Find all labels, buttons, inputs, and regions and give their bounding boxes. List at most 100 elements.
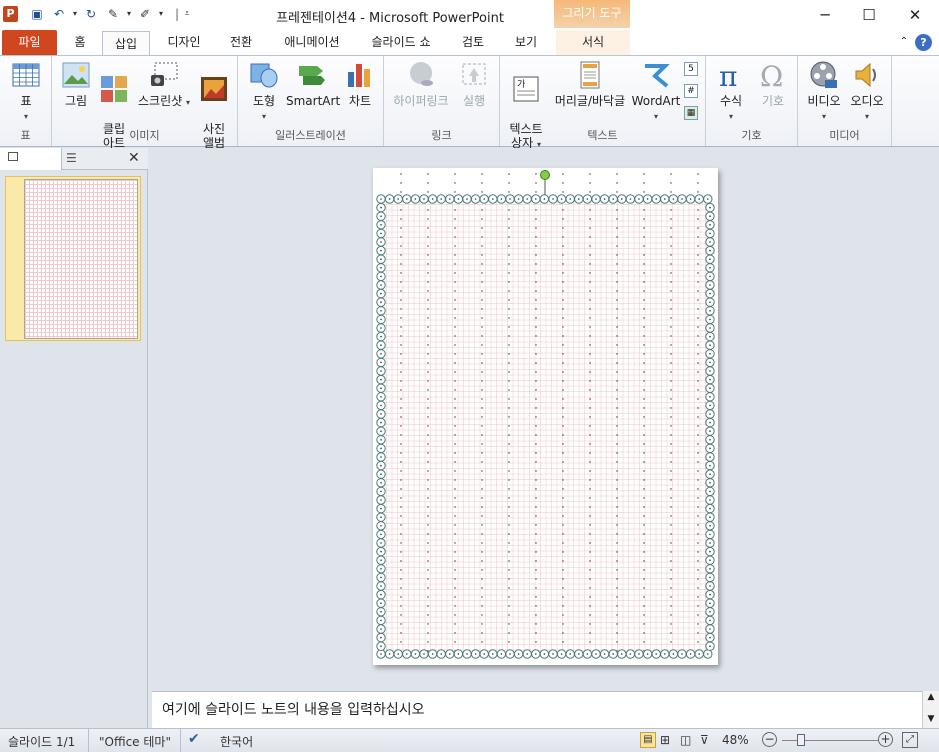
header-footer-button[interactable]: 머리글/바닥글 bbox=[550, 60, 630, 108]
symbol-button[interactable]: Ω 기호 bbox=[754, 60, 792, 108]
group-links: 하이퍼링크 실행 링크 bbox=[384, 56, 500, 146]
scroll-down-icon[interactable]: ▼ bbox=[923, 713, 939, 725]
group-label-symbols: 기호 bbox=[741, 129, 762, 142]
tab-slides[interactable] bbox=[0, 148, 62, 170]
photo-album-icon bbox=[201, 77, 227, 101]
hyperlink-icon bbox=[410, 62, 433, 86]
rotation-handle-icon[interactable] bbox=[540, 170, 550, 180]
grid-lines bbox=[380, 198, 710, 654]
picture-label: 그림 bbox=[64, 94, 88, 108]
tab-design[interactable]: 디자인 bbox=[158, 30, 210, 55]
chart-button[interactable]: 차트 bbox=[342, 60, 378, 108]
slide-graphics[interactable] bbox=[373, 168, 718, 665]
group-illustrations: 도형 ▾ SmartArt 차트 일러스트레이션 bbox=[238, 56, 384, 146]
table-label: 표 bbox=[20, 94, 32, 108]
help-icon[interactable]: ? bbox=[915, 34, 932, 51]
table-icon bbox=[12, 63, 40, 87]
tab-home[interactable]: 홈 bbox=[64, 30, 96, 55]
tab-transitions[interactable]: 전환 bbox=[218, 30, 264, 55]
maximize-button[interactable]: ☐ bbox=[854, 4, 884, 26]
save-icon[interactable]: ▣ bbox=[28, 5, 46, 23]
screenshot-icon bbox=[151, 62, 178, 86]
shapes-button[interactable]: 도형 ▾ bbox=[246, 60, 282, 124]
video-label: 비디오 bbox=[807, 94, 841, 108]
group-table: 표 ▾ 표 bbox=[0, 56, 52, 146]
tab-format[interactable]: 서식 bbox=[556, 30, 630, 55]
slide-thumbnail-selected[interactable] bbox=[5, 176, 141, 341]
tab-view[interactable]: 보기 bbox=[504, 30, 548, 55]
shapes-label: 도형 bbox=[252, 94, 276, 108]
tab-review[interactable]: 검토 bbox=[450, 30, 496, 55]
redo-icon[interactable]: ↻ bbox=[82, 5, 100, 23]
pane-tabs: ☰ ✕ bbox=[0, 148, 148, 170]
hyperlink-label: 하이퍼링크 bbox=[393, 94, 449, 108]
notes-placeholder: 여기에 슬라이드 노트의 내용을 입력하십시오 bbox=[162, 702, 425, 718]
fit-to-window-icon[interactable]: ⤢ bbox=[902, 732, 918, 748]
zoom-slider-thumb[interactable] bbox=[797, 734, 805, 746]
smartart-button[interactable]: SmartArt bbox=[286, 60, 340, 108]
window-title: 프레젠테이션4 - Microsoft PowerPoint bbox=[276, 11, 504, 26]
spell-check-icon[interactable]: ✔ bbox=[188, 731, 200, 747]
group-label-images: 이미지 bbox=[129, 129, 160, 142]
title-bar: P ▣ ↶ ▾ ↻ ✎ ▾ ✐ ▾ | ⩡ 프레젠테이션4 - Microsof… bbox=[0, 0, 939, 30]
object-icon[interactable]: ▦ bbox=[684, 106, 698, 120]
group-label-media: 미디어 bbox=[829, 129, 860, 142]
close-button[interactable]: ✕ bbox=[900, 4, 930, 26]
slideshow-view-icon[interactable]: ⊽ bbox=[700, 733, 709, 747]
minimize-ribbon-icon[interactable]: ⌃ bbox=[896, 30, 912, 55]
tab-file[interactable]: 파일 bbox=[2, 30, 57, 55]
outline-tab-icon[interactable]: ☰ bbox=[66, 151, 77, 165]
zoom-level[interactable]: 48% bbox=[722, 733, 749, 747]
group-label-links: 링크 bbox=[431, 129, 452, 142]
slide-canvas[interactable] bbox=[373, 168, 718, 665]
wordart-button[interactable]: WordArt ▾ bbox=[630, 60, 682, 124]
reading-view-icon[interactable]: ◫ bbox=[680, 733, 691, 747]
zoom-in-icon[interactable]: + bbox=[878, 732, 893, 747]
normal-view-icon[interactable]: ▤ bbox=[640, 732, 656, 748]
dropdown-icon: ▾ bbox=[653, 112, 658, 121]
dropdown-icon: ▾ bbox=[864, 112, 869, 121]
equation-label: 수식 bbox=[719, 94, 743, 108]
header-footer-label: 머리글/바닥글 bbox=[554, 94, 626, 108]
film-reel-icon bbox=[810, 61, 837, 88]
table-button[interactable]: 표 ▾ bbox=[8, 60, 44, 124]
zoom-out-icon[interactable]: − bbox=[762, 732, 777, 747]
slide-thumbnail[interactable] bbox=[24, 179, 138, 339]
slide-number-icon[interactable]: # bbox=[684, 84, 698, 98]
notes-scrollbar[interactable]: ▲ ▼ bbox=[922, 691, 939, 728]
slides-tab-icon bbox=[8, 152, 18, 161]
wordart-icon bbox=[645, 64, 670, 88]
screenshot-button[interactable]: 스크린샷 ▾ bbox=[138, 60, 190, 110]
tab-slideshow[interactable]: 슬라이드 쇼 bbox=[360, 30, 442, 55]
wordart-label: WordArt bbox=[631, 94, 681, 108]
group-media: 비디오 ▾ 오디오 ▾ 미디어 bbox=[798, 56, 892, 146]
omega-icon: Ω bbox=[760, 60, 783, 90]
group-text: 가 텍스트 상자 ▾ 머리글/바닥글 WordArt ▾ 5 # ▦ 텍스트 bbox=[500, 56, 706, 150]
scroll-up-icon[interactable]: ▲ bbox=[923, 691, 939, 703]
notes-pane[interactable]: 여기에 슬라이드 노트의 내용을 입력하십시오 bbox=[152, 691, 922, 728]
tab-insert[interactable]: 삽입 bbox=[102, 31, 150, 56]
video-button[interactable]: 비디오 ▾ bbox=[802, 60, 846, 124]
action-button[interactable]: 실행 bbox=[456, 60, 492, 108]
slide-count: 슬라이드 1/1 bbox=[8, 735, 76, 749]
group-symbols: π 수식 ▾ Ω 기호 기호 bbox=[706, 56, 798, 146]
audio-button[interactable]: 오디오 ▾ bbox=[846, 60, 888, 124]
equation-button[interactable]: π 수식 ▾ bbox=[712, 60, 750, 124]
customize-icon[interactable]: ⩡ bbox=[178, 5, 196, 23]
date-time-icon[interactable]: 5 bbox=[684, 62, 698, 76]
theme-name[interactable]: "Office 테마" bbox=[99, 733, 171, 750]
audio-label: 오디오 bbox=[850, 94, 884, 108]
dropdown-icon: ▾ bbox=[186, 98, 191, 107]
close-pane-icon[interactable]: ✕ bbox=[128, 150, 140, 166]
powerpoint-icon[interactable]: P bbox=[3, 6, 18, 22]
chart-label: 차트 bbox=[348, 94, 372, 108]
tab-animations[interactable]: 애니메이션 bbox=[272, 30, 352, 55]
language[interactable]: 한국어 bbox=[220, 733, 253, 750]
textbox-icon: 가 bbox=[513, 76, 539, 102]
slide-sorter-icon[interactable]: ⊞ bbox=[660, 733, 670, 747]
svg-text:가: 가 bbox=[517, 79, 525, 90]
picture-button[interactable]: 그림 bbox=[58, 60, 94, 108]
minimize-button[interactable]: ─ bbox=[810, 4, 840, 26]
hyperlink-button[interactable]: 하이퍼링크 bbox=[390, 60, 452, 108]
header-footer-icon bbox=[580, 61, 600, 89]
